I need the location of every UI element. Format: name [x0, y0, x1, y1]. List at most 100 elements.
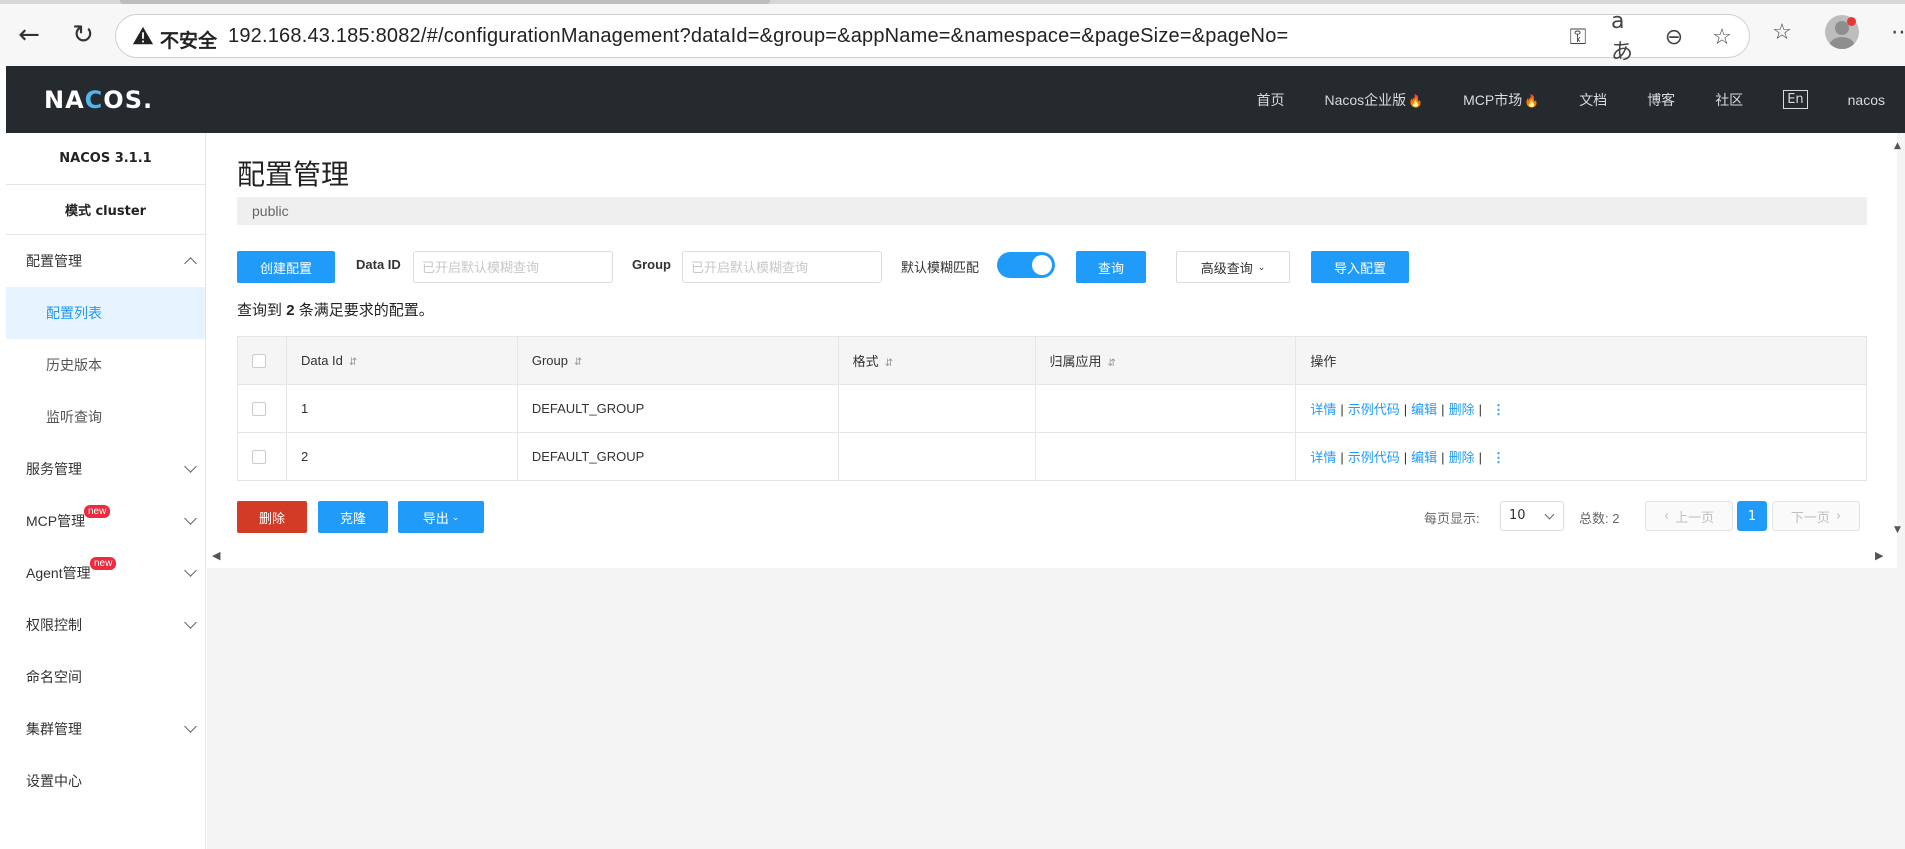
app-header: NACOS. 首页 Nacos企业版 🔥 MCP市场 🔥 文档 博客 社区 En n… [6, 66, 1905, 133]
column-header-app[interactable]: 归属应用 ⇵ [1034, 336, 1297, 385]
more-vertical-icon[interactable]: ⋮ [1492, 402, 1505, 417]
chevron-down-icon [184, 512, 197, 525]
clone-button[interactable]: 克隆 [318, 501, 388, 533]
group-label: Group [632, 257, 671, 272]
insecure-label: 不安全 [160, 30, 218, 52]
column-header-dataid[interactable]: Data Id ⇵ [285, 336, 518, 385]
export-button[interactable]: 导出 ⌄ [398, 501, 484, 533]
chevron-down-icon [184, 460, 197, 473]
sort-icon[interactable]: ⇵ [574, 357, 582, 368]
table-row: 2 DEFAULT_GROUP 详情 | 示例代码 | 编辑 | 删除 | ⋮ [237, 432, 1867, 481]
dataid-input[interactable] [413, 251, 613, 283]
column-header-group[interactable]: Group ⇵ [516, 336, 839, 385]
notification-dot [1847, 17, 1856, 26]
cell-dataid: 2 [285, 432, 518, 481]
next-page-button[interactable]: 下一页 › [1772, 501, 1860, 531]
nav-blog[interactable]: 博客 [1647, 90, 1675, 110]
sidebar-item-listen-query[interactable]: 监听查询 [6, 391, 205, 443]
nav-home[interactable]: 首页 [1256, 90, 1284, 110]
fire-icon: 🔥 [1524, 93, 1540, 108]
table-header-row: Data Id ⇵ Group ⇵ 格式 ⇵ 归属应用 ⇵ 操作 [237, 336, 1867, 385]
sidebar-item-auth[interactable]: 权限控制 [6, 599, 205, 651]
reload-icon[interactable]: ↻ [66, 18, 100, 52]
warning-icon [132, 26, 154, 45]
import-config-button[interactable]: 导入配置 [1311, 251, 1409, 283]
sample-code-link[interactable]: 示例代码 [1348, 402, 1400, 417]
zoom-out-icon[interactable]: ⊖ [1659, 22, 1689, 52]
sidebar-item-service-mgmt[interactable]: 服务管理 [6, 443, 205, 495]
favorites-icon[interactable]: ☆ [1765, 14, 1799, 50]
new-badge: new [84, 505, 111, 518]
sidebar-item-settings[interactable]: 设置中心 [6, 755, 205, 807]
scroll-up-icon[interactable]: ▲ [1894, 141, 1901, 151]
scroll-left-icon[interactable]: ◀ [212, 549, 220, 562]
more-menu-icon[interactable]: ⋯ [1885, 14, 1905, 50]
nav-enterprise[interactable]: Nacos企业版 🔥 [1324, 90, 1423, 110]
delete-link[interactable]: 删除 [1449, 402, 1475, 417]
nav-docs[interactable]: 文档 [1579, 90, 1607, 110]
toggle-knob [1032, 255, 1052, 275]
group-input[interactable] [682, 251, 882, 283]
edit-link[interactable]: 编辑 [1411, 450, 1437, 465]
sidebar-item-cluster[interactable]: 集群管理 [6, 703, 205, 755]
sidebar-item-mcp-mgmt[interactable]: MCP管理 new [6, 495, 205, 547]
read-aloud-icon[interactable]: aあ [1611, 9, 1641, 65]
fire-icon: 🔥 [1408, 93, 1424, 108]
sidebar-item-config-mgmt[interactable]: 配置管理 [6, 235, 205, 287]
url-text[interactable]: 192.168.43.185:8082/#/configurationManag… [228, 25, 1288, 48]
sidebar-item-agent-mgmt[interactable]: Agent管理 new [6, 547, 205, 599]
cell-group: DEFAULT_GROUP [516, 432, 839, 481]
scroll-down-icon[interactable]: ▼ [1894, 525, 1901, 535]
row-select-cell [237, 384, 287, 433]
column-header-format[interactable]: 格式 ⇵ [837, 336, 1036, 385]
sample-code-link[interactable]: 示例代码 [1348, 450, 1400, 465]
prev-page-button[interactable]: ‹ 上一页 [1645, 501, 1733, 531]
cell-format [837, 432, 1036, 481]
detail-link[interactable]: 详情 [1310, 402, 1336, 417]
chevron-right-icon: › [1835, 508, 1842, 524]
table-row: 1 DEFAULT_GROUP 详情 | 示例代码 | 编辑 | 删除 | ⋮ [237, 384, 1867, 433]
row-checkbox[interactable] [252, 402, 266, 417]
advanced-query-button[interactable]: 高级查询 ⌄ [1176, 251, 1290, 283]
favorite-star-icon[interactable]: ☆ [1707, 22, 1737, 52]
select-all-checkbox[interactable] [252, 354, 266, 369]
address-bar[interactable]: 不安全 192.168.43.185:8082/#/configurationM… [115, 9, 1750, 65]
chevron-down-icon [184, 564, 197, 577]
sidebar: NACOS 3.1.1 模式 cluster 配置管理 配置列表 历史版本 监听… [6, 133, 206, 849]
chevron-down-icon: ⌄ [451, 511, 460, 522]
cell-dataid: 1 [285, 384, 518, 433]
batch-delete-button[interactable]: 删除 [237, 501, 307, 533]
cell-app [1034, 432, 1297, 481]
sort-icon[interactable]: ⇵ [885, 358, 893, 369]
more-vertical-icon[interactable]: ⋮ [1492, 450, 1505, 465]
cell-app [1034, 384, 1297, 433]
namespace-bar[interactable]: public [237, 197, 1867, 225]
sidebar-item-config-list[interactable]: 配置列表 [6, 287, 205, 339]
fuzzy-match-label: 默认模糊匹配 [901, 260, 980, 275]
edit-link[interactable]: 编辑 [1411, 402, 1437, 417]
detail-link[interactable]: 详情 [1310, 450, 1336, 465]
language-switch[interactable]: En [1783, 90, 1808, 109]
delete-link[interactable]: 删除 [1449, 450, 1475, 465]
per-page-select[interactable]: 10 [1500, 501, 1564, 531]
nav-user[interactable]: nacos [1848, 92, 1885, 108]
scroll-right-icon[interactable]: ▶ [1875, 549, 1883, 562]
fuzzy-match-toggle[interactable] [997, 252, 1055, 278]
row-checkbox[interactable] [252, 450, 266, 465]
nav-mcp-market[interactable]: MCP市场 🔥 [1463, 90, 1539, 110]
nav-community[interactable]: 社区 [1715, 90, 1743, 110]
key-icon[interactable]: ⚿ [1563, 22, 1593, 52]
nacos-logo[interactable]: NACOS. [44, 86, 153, 114]
back-arrow-icon[interactable]: ← [12, 18, 46, 52]
sidebar-item-namespace[interactable]: 命名空间 [6, 651, 205, 703]
browser-toolbar: ← ↻ 不安全 192.168.43.185:8082/#/configurat… [0, 0, 1905, 66]
query-button[interactable]: 查询 [1076, 251, 1146, 283]
sort-icon[interactable]: ⇵ [349, 357, 357, 368]
sidebar-item-history[interactable]: 历史版本 [6, 339, 205, 391]
cell-format [837, 384, 1036, 433]
current-page[interactable]: 1 [1737, 501, 1767, 531]
create-config-button[interactable]: 创建配置 [237, 251, 335, 283]
sort-icon[interactable]: ⇵ [1108, 358, 1116, 369]
cell-ops: 详情 | 示例代码 | 编辑 | 删除 | ⋮ [1295, 384, 1867, 433]
chevron-down-icon: ⌄ [1257, 261, 1266, 272]
